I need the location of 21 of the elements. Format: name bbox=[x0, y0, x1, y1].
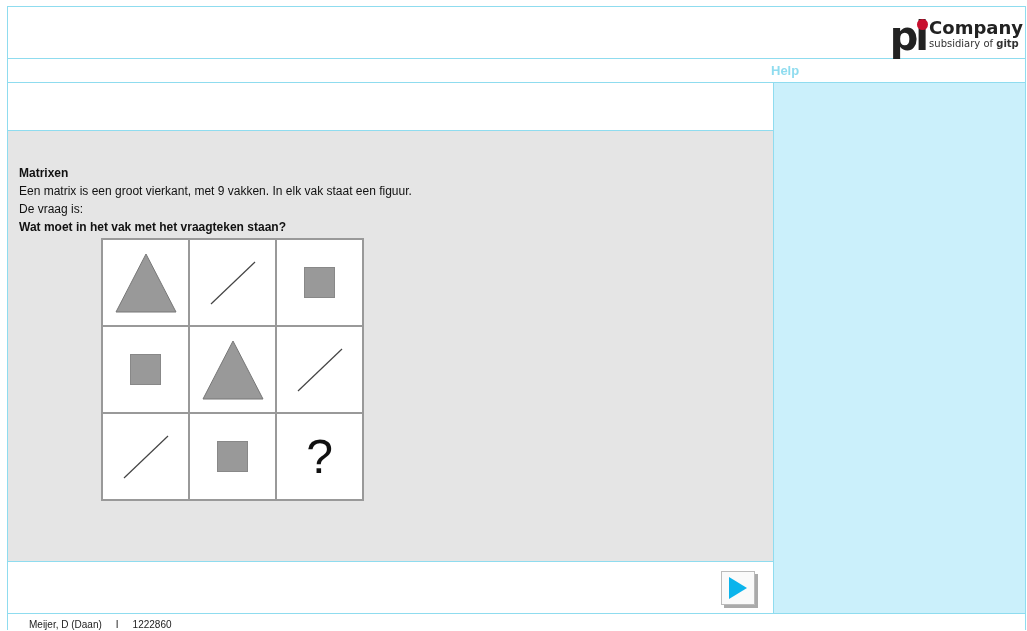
diagonal-line-icon bbox=[209, 260, 256, 305]
square-icon bbox=[130, 354, 161, 385]
question-prompt: Wat moet in het vak met het vraagteken staan? bbox=[19, 219, 287, 236]
question-text: Een matrix is een groot vierkant, met 9 vakken. In elk vak staat een figuur. bbox=[19, 183, 413, 200]
next-button[interactable] bbox=[721, 570, 755, 605]
separator: I bbox=[115, 619, 119, 630]
logo-tagline: subsidiary of gitp bbox=[929, 37, 1019, 49]
help-link[interactable]: Help bbox=[771, 63, 800, 78]
question-title: Matrixen bbox=[19, 165, 70, 182]
diagonal-line-icon bbox=[122, 434, 169, 479]
square-icon bbox=[217, 441, 248, 472]
triangle-icon bbox=[201, 339, 264, 400]
triangle-icon bbox=[114, 252, 177, 313]
user-id: 1222860 bbox=[132, 619, 172, 630]
question-text: De vraag is: bbox=[19, 201, 85, 218]
play-icon bbox=[729, 576, 747, 599]
square-icon bbox=[304, 267, 335, 298]
diagonal-line-icon bbox=[296, 347, 343, 392]
question-mark: ? bbox=[306, 432, 333, 481]
logo-name: Company bbox=[929, 17, 1023, 38]
user-name: Meijer, D (Daan) bbox=[29, 619, 102, 630]
